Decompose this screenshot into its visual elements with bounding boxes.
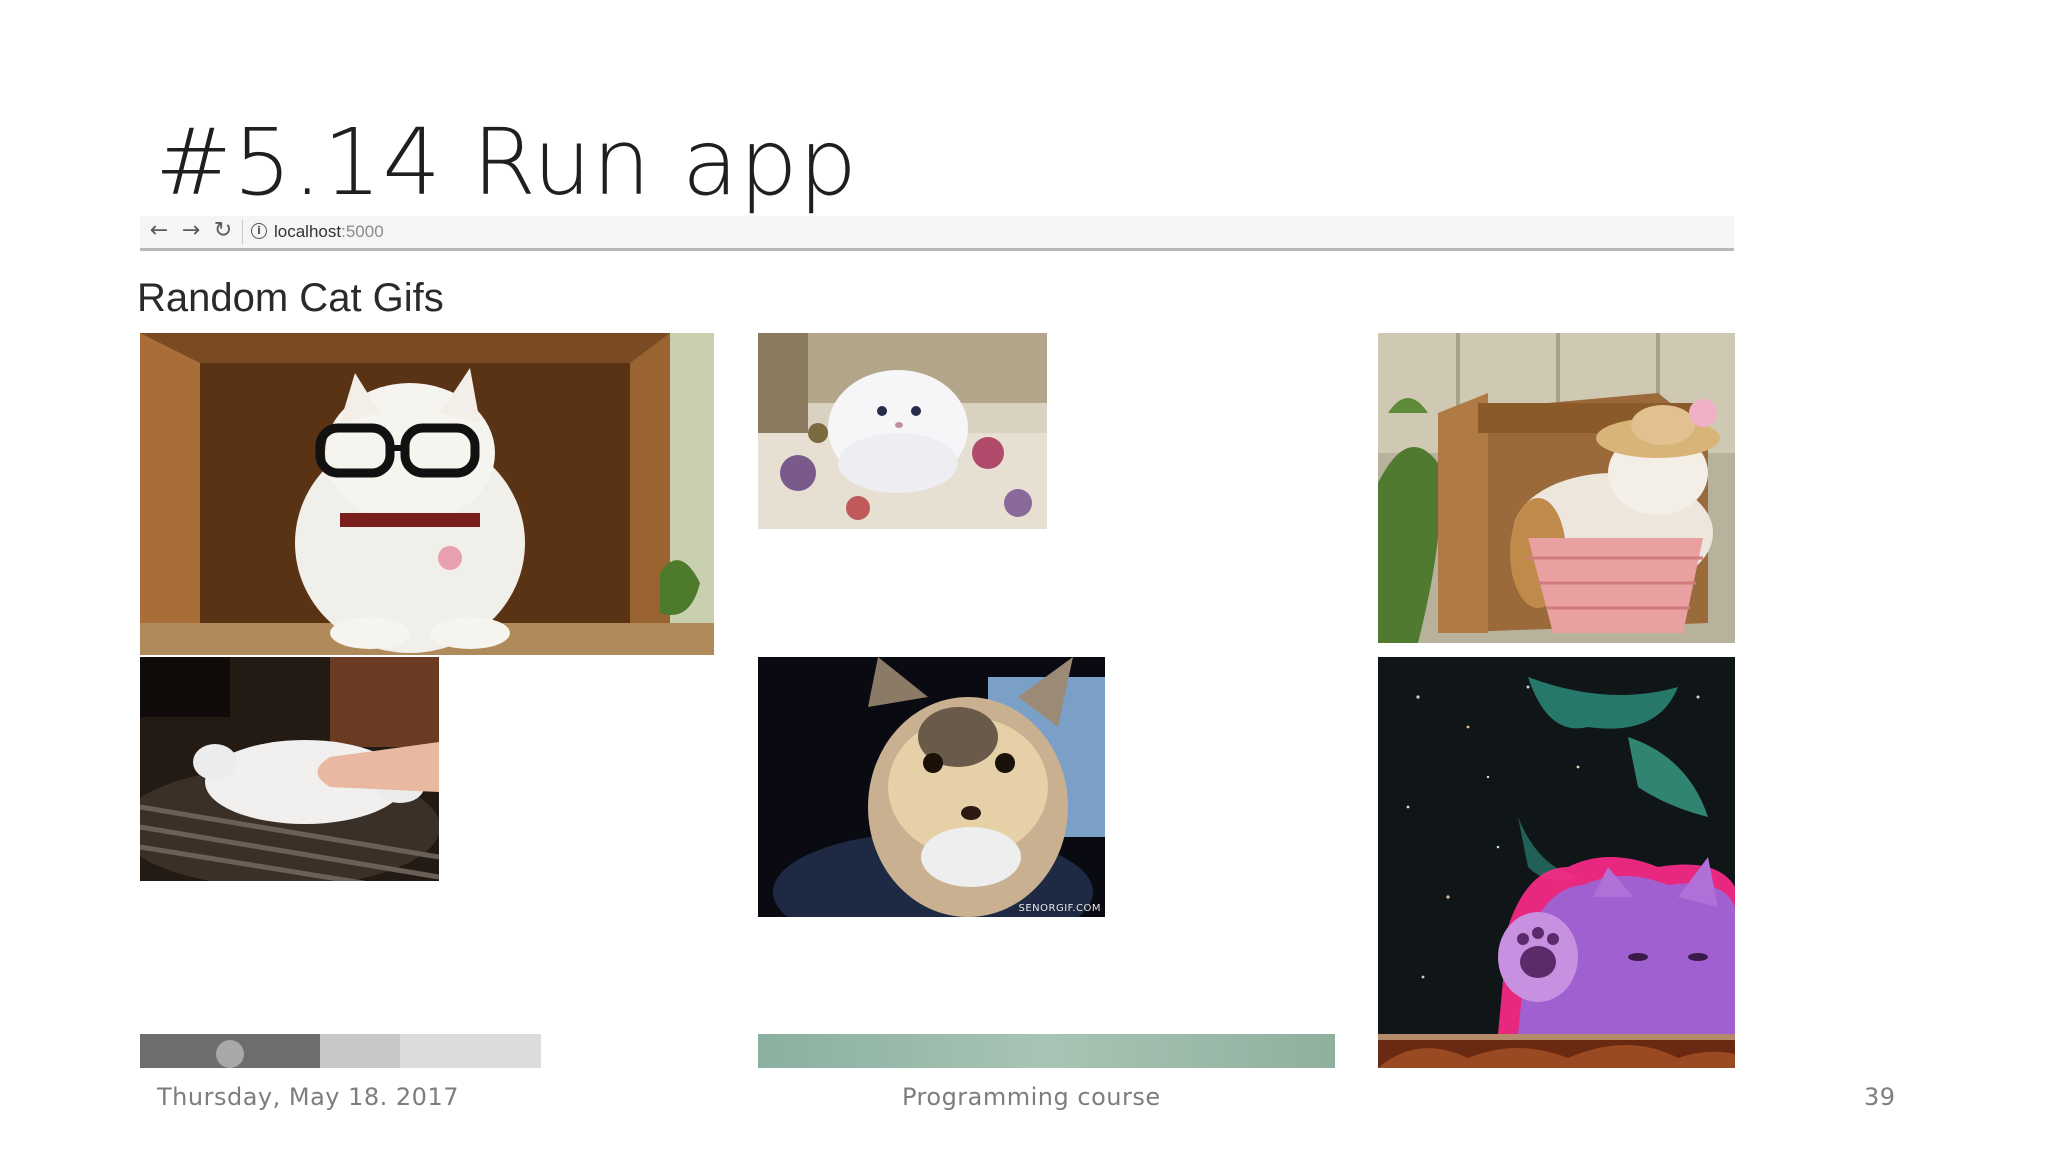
back-arrow-icon[interactable]: ←	[146, 218, 172, 244]
cat-gif-partial-1	[140, 1034, 541, 1068]
cat-gif-partial-3	[1378, 1034, 1735, 1068]
address-bar[interactable]: localhost:5000	[274, 221, 384, 243]
cat-gif-partial-2	[758, 1034, 1335, 1068]
forward-arrow-icon[interactable]: →	[178, 218, 204, 244]
cat-gif-petting	[140, 657, 439, 881]
info-icon[interactable]: i	[251, 223, 267, 239]
gif-watermark: SENORGIF.COM	[1018, 903, 1101, 914]
url-separator	[242, 220, 243, 244]
url-port: :5000	[341, 222, 384, 241]
footer-course: Programming course	[902, 1083, 1161, 1111]
cat-gif-basket-hat	[1378, 333, 1735, 643]
footer-page-number: 39	[1864, 1083, 1896, 1111]
browser-toolbar: ← → ↻ i localhost:5000	[140, 216, 1734, 251]
footer-date: Thursday, May 18. 2017	[157, 1083, 459, 1111]
cat-gif-space	[1378, 657, 1735, 1034]
cat-gif-fluffy-kitten	[758, 333, 1047, 529]
reload-icon[interactable]: ↻	[210, 218, 236, 244]
cat-gif-kitten-closeup: SENORGIF.COM	[758, 657, 1105, 917]
page-heading: Random Cat Gifs	[137, 276, 444, 320]
slide-title: #5.14 Run app	[155, 109, 858, 216]
url-host: localhost	[274, 222, 342, 241]
cat-gif-glasses	[140, 333, 714, 655]
